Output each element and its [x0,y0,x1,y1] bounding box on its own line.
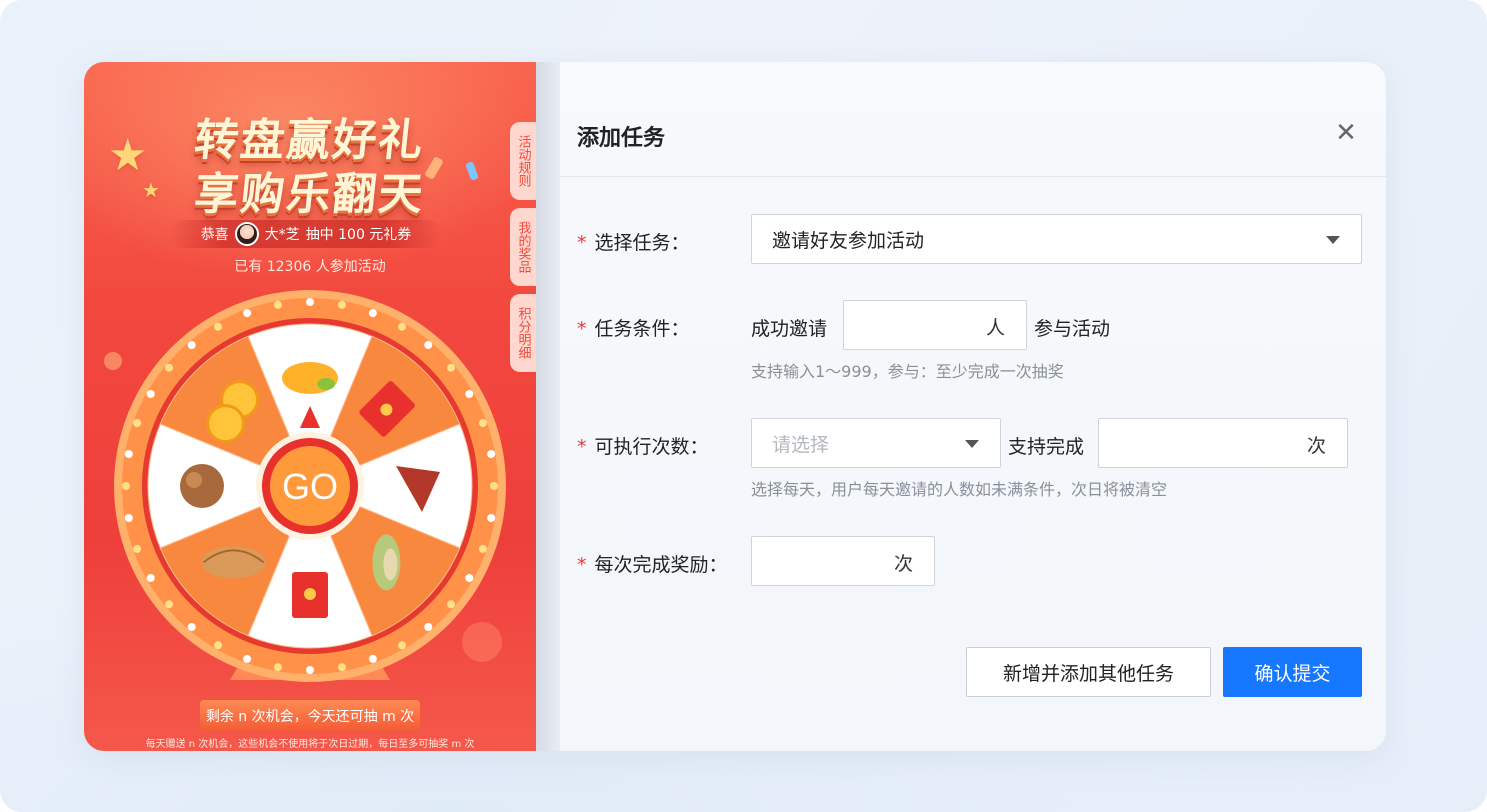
wheel-bulb [447,600,455,609]
wheel-bulb [424,623,433,631]
reward-label: * 每次完成奖励： [577,554,728,576]
wheel-bulb [487,450,496,458]
winner-prefix: 恭喜 [200,227,229,243]
wheel-bulb [478,419,487,428]
wheel-bulb [243,654,252,663]
wheel-bulb [274,663,282,672]
task-select-label: * 选择任务： [577,232,690,254]
remaining-chances: 剩余 n 次机会，今天还可抽 m 次 [200,700,420,732]
panel-divider [536,62,560,751]
times-count-input[interactable]: 次 [1098,418,1348,468]
promo-title-line2: 享购乐翻天 [191,169,428,220]
task-select-value: 邀请好友参加活动 [772,229,925,252]
participant-count: 已有 12306 人参加活动 [234,259,386,275]
dialog-divider [560,176,1386,177]
close-icon[interactable]: ✕ [1333,120,1359,146]
lottery-preview-panel: ★ ★ 转盘赢好礼 享购乐翻天 恭喜 大*芝 抽中 100 元礼券 已有 123… [84,62,536,751]
wheel-bulb [133,544,142,553]
wheel-bulb [490,482,498,490]
wheel-bulb [487,514,496,522]
preview-card: ★ ★ 转盘赢好礼 享购乐翻天 恭喜 大*芝 抽中 100 元礼券 已有 123… [84,62,1386,751]
winner-banner: 恭喜 大*芝 抽中 100 元礼券 [170,220,442,248]
go-button-label: GO [282,466,338,507]
reward-count-unit: 次 [894,553,914,575]
add-task-dialog: 添加任务 ✕ * 选择任务： 邀请好友参加活动 * 任务条件： 成功邀请 人 参与活… [560,62,1386,751]
prize-wheel: GO [110,288,510,708]
times-hint: 选择每天，用户每天邀请的人数如未满条件，次日将被清空 [751,480,1168,499]
wheel-bulb [306,666,314,674]
wheel-bulb [424,341,433,349]
walnut-icon [186,472,202,488]
tab-activity-rules[interactable]: 活动规则 [510,122,536,200]
wheel-bulb [214,641,222,650]
lottery-footnote: 每天赠送 n 次机会，这些机会不使用将于次日过期，每日至多可抽奖 m 次 [145,739,475,750]
chevron-down-icon [965,440,979,448]
invite-count-unit: 人 [986,317,1006,339]
wheel-bulb [146,574,155,582]
wheel-bulb [398,641,406,650]
wheel-bulb [478,544,487,553]
wheel-bulb [274,300,282,309]
times-select-placeholder: 请选择 [772,433,830,456]
times-select[interactable]: 请选择 [751,418,1001,468]
coins-icon [206,404,246,444]
wheel-bulb [368,654,377,663]
wheel-bulb [465,390,474,398]
chevron-down-icon [1326,236,1340,244]
condition-prefix: 成功邀请 [751,318,828,340]
reward-count-input[interactable]: 次 [751,536,935,586]
wheel-bulb [214,322,222,331]
wheel-bulb [165,363,173,372]
wheel-bulb [133,419,142,428]
wheel-bulb [338,300,346,309]
wheel-bulb [187,341,196,349]
wheel-bulb [398,322,406,331]
walnut-icon [180,464,224,508]
wheel-bulb [124,514,133,522]
red-envelope-icon [304,588,316,600]
mango-icon [317,378,335,390]
tab-my-prizes[interactable]: 我的奖品 [510,208,536,286]
wheel-bulb [165,600,173,609]
wheel-bulb [338,663,346,672]
dialog-title: 添加任务 [577,126,666,151]
wheel-bulb [146,390,155,398]
condition-label: * 任务条件： [577,318,690,340]
times-count-unit: 次 [1307,435,1327,457]
wheel-bulb [465,574,474,582]
winner-name: 大*芝 [264,227,300,243]
avatar [234,222,259,246]
prize-wheel-graphic: GO [114,290,506,682]
pistachio-icon [383,548,398,581]
wheel-bulb [447,363,455,372]
wheel-bulb [124,450,133,458]
wheel-bulb [122,482,130,490]
tab-points-detail[interactable]: 积分明细 [510,294,536,372]
winner-prize: 抽中 100 元礼券 [305,227,412,243]
task-select[interactable]: 邀请好友参加活动 [751,214,1362,264]
times-label: * 可执行次数： [577,436,709,458]
wheel-bulb [187,623,196,631]
add-another-task-button[interactable]: 新增并添加其他任务 [966,647,1211,697]
invite-count-input[interactable]: 人 [843,300,1027,350]
wheel-bulb [368,309,377,318]
red-envelope-icon [380,403,393,416]
times-middle-text: 支持完成 [1008,436,1085,458]
condition-hint: 支持输入1～999，参与：至少完成一次抽奖 [751,362,1064,381]
submit-button[interactable]: 确认提交 [1223,647,1362,697]
wheel-bulb [243,309,252,318]
wheel-bulb [306,298,314,306]
condition-suffix: 参与活动 [1034,318,1111,340]
